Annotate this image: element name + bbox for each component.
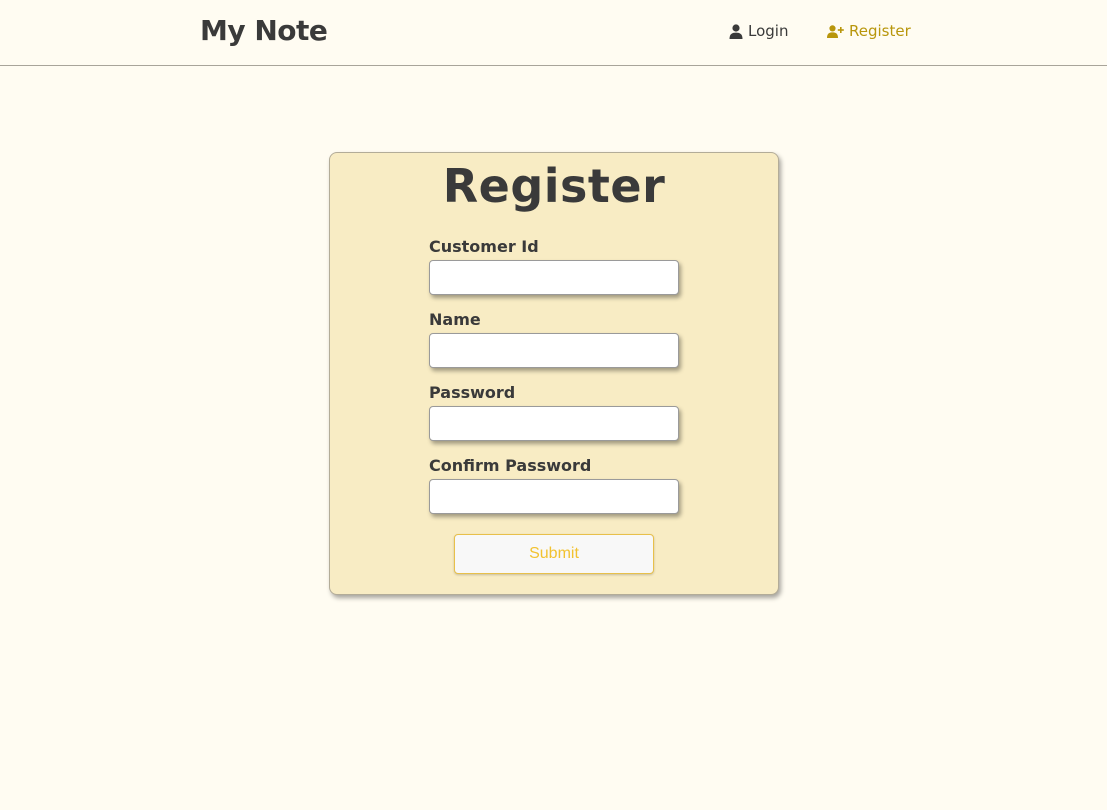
nav-register-label: Register — [849, 22, 911, 40]
confirm-password-input[interactable] — [429, 479, 679, 514]
confirm-password-label: Confirm Password — [429, 456, 592, 475]
password-input[interactable] — [429, 406, 679, 441]
user-plus-icon — [827, 24, 844, 38]
password-label: Password — [429, 383, 516, 402]
register-form-card: Register Customer Id Name Password Confi… — [329, 152, 779, 595]
submit-button[interactable]: Submit — [454, 534, 654, 574]
customer-id-label: Customer Id — [429, 237, 539, 256]
form-title: Register — [442, 159, 666, 213]
brand-title[interactable]: My Note — [200, 14, 328, 47]
customer-id-input[interactable] — [429, 260, 679, 295]
name-label: Name — [429, 310, 481, 329]
nav-login-label: Login — [748, 22, 789, 40]
nav-register-link[interactable]: Register — [827, 22, 911, 40]
navbar: My Note Login Register — [0, 0, 1107, 66]
user-icon — [729, 23, 743, 39]
nav-login-link[interactable]: Login — [729, 22, 788, 40]
name-input[interactable] — [429, 333, 679, 368]
